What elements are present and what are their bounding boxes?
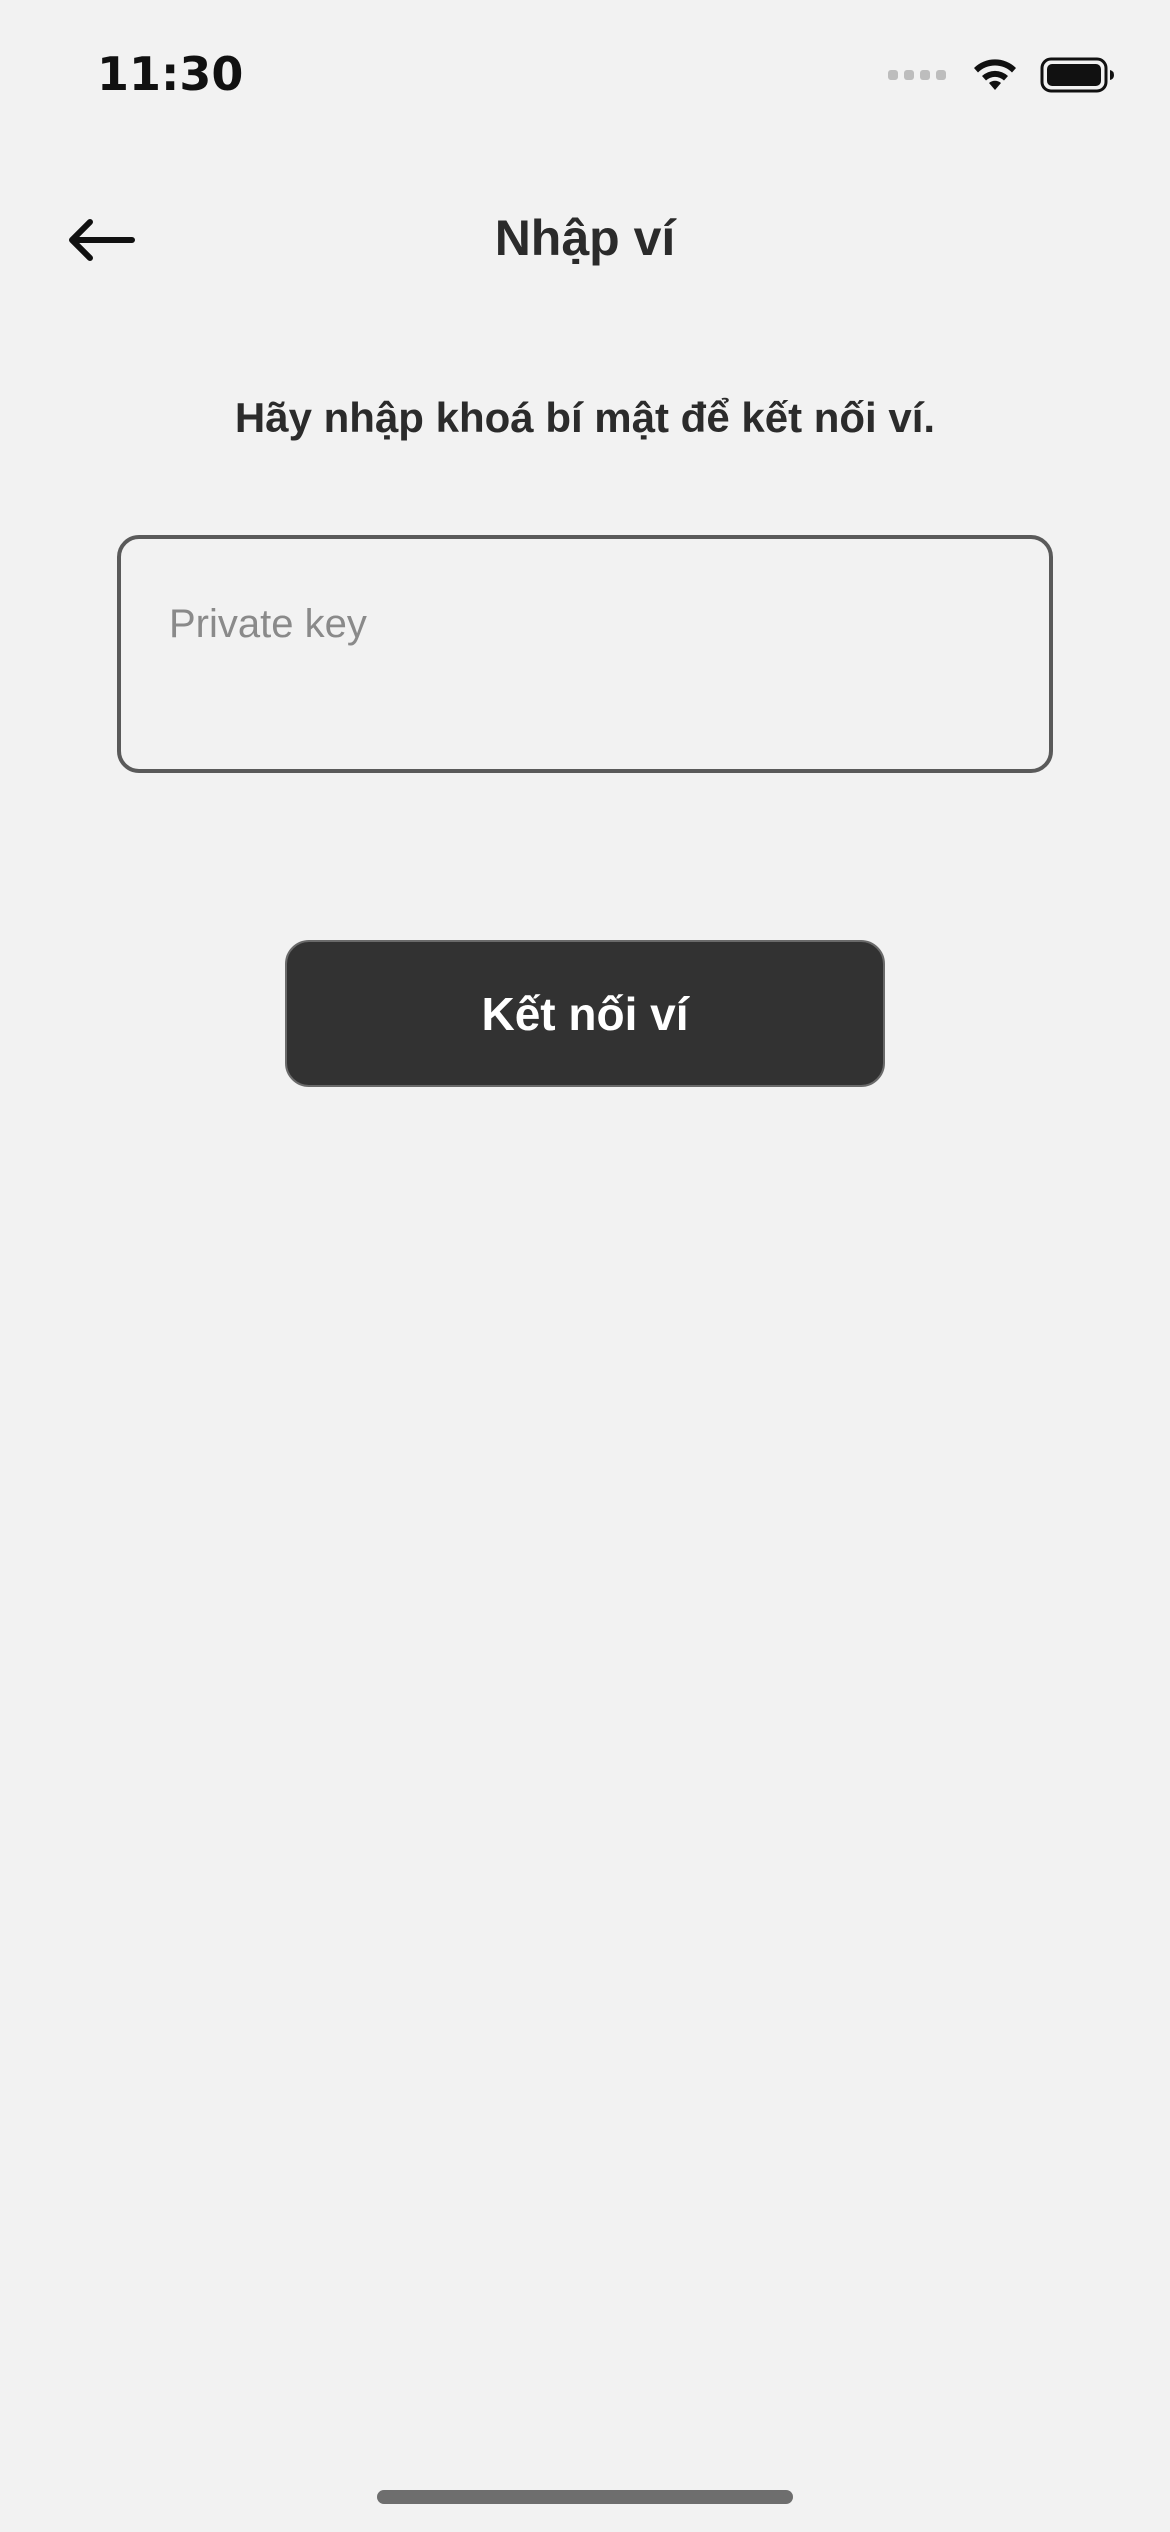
page-title: Nhập ví	[494, 210, 676, 266]
battery-icon	[1040, 57, 1114, 93]
home-indicator[interactable]	[377, 2490, 793, 2504]
instruction-text: Hãy nhập khoá bí mật để kết nối ví.	[234, 394, 936, 441]
connect-wallet-button[interactable]: Kết nối ví	[285, 940, 885, 1087]
status-icons	[888, 52, 1116, 98]
wifi-icon	[974, 59, 1016, 90]
private-key-input[interactable]	[121, 539, 1049, 769]
cellular-signal-icon	[888, 70, 946, 80]
status-time: 11:30	[97, 47, 244, 101]
private-key-field[interactable]	[117, 535, 1053, 773]
